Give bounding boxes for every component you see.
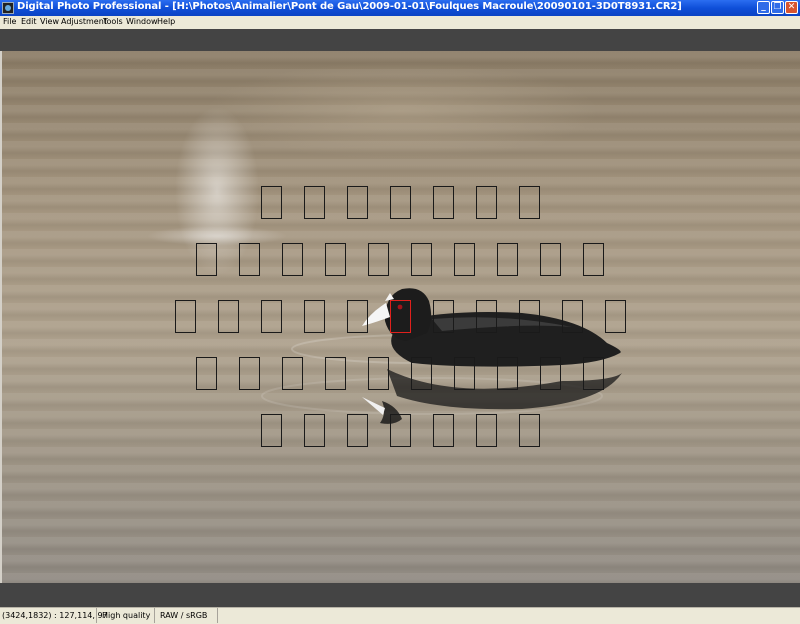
- status-quality: High quality: [100, 608, 155, 623]
- viewer-bottom-border: [0, 583, 800, 607]
- af-point: [368, 243, 389, 276]
- af-point: [476, 300, 497, 333]
- af-point: [261, 414, 282, 447]
- restore-button[interactable]: ❐: [771, 1, 784, 14]
- af-point: [433, 414, 454, 447]
- af-point: [347, 186, 368, 219]
- af-point: [497, 357, 518, 390]
- af-point: [433, 186, 454, 219]
- minimize-button[interactable]: _: [757, 1, 770, 14]
- af-point: [519, 300, 540, 333]
- status-coords: (3424,1832) : 127,114, 97: [0, 608, 108, 623]
- af-point: [175, 300, 196, 333]
- status-mode: RAW / sRGB: [158, 608, 218, 623]
- menu-tools[interactable]: Tools: [103, 17, 123, 26]
- af-point: [433, 300, 454, 333]
- close-button[interactable]: ✕: [785, 1, 798, 14]
- af-point: [239, 243, 260, 276]
- af-point: [411, 357, 432, 390]
- menu-adjustment[interactable]: Adjustment: [61, 17, 107, 26]
- af-point: [540, 357, 561, 390]
- app-icon[interactable]: [2, 2, 14, 14]
- af-point: [540, 243, 561, 276]
- af-point: [519, 414, 540, 447]
- af-point: [261, 186, 282, 219]
- af-point: [282, 357, 303, 390]
- af-point: [325, 243, 346, 276]
- af-point: [390, 414, 411, 447]
- menu-view[interactable]: View: [40, 17, 59, 26]
- af-point: [325, 357, 346, 390]
- status-bar: (3424,1832) : 127,114, 97 High quality R…: [0, 607, 800, 624]
- af-point: [583, 357, 604, 390]
- af-point: [304, 186, 325, 219]
- af-point: [519, 186, 540, 219]
- af-point: [282, 243, 303, 276]
- af-point: [347, 414, 368, 447]
- af-point: [497, 243, 518, 276]
- menu-help[interactable]: Help: [157, 17, 175, 26]
- af-point: [196, 243, 217, 276]
- af-point: [411, 243, 432, 276]
- af-point: [476, 414, 497, 447]
- af-point: [454, 357, 475, 390]
- menu-file[interactable]: File: [3, 17, 16, 26]
- af-point: [562, 300, 583, 333]
- af-point: [368, 357, 389, 390]
- af-point: [476, 186, 497, 219]
- image-viewer[interactable]: [2, 51, 800, 583]
- af-point: [196, 357, 217, 390]
- af-point: [454, 243, 475, 276]
- viewer-top-border: [0, 29, 800, 51]
- menu-edit[interactable]: Edit: [21, 17, 37, 26]
- menu-window[interactable]: Window: [126, 17, 158, 26]
- menu-bar: File Edit View Adjustment Tools Window H…: [0, 16, 800, 29]
- af-point: [218, 300, 239, 333]
- af-point: [605, 300, 626, 333]
- af-point: [304, 300, 325, 333]
- af-point: [304, 414, 325, 447]
- af-point: [347, 300, 368, 333]
- window-title: Digital Photo Professional - [H:\Photos\…: [17, 1, 682, 12]
- af-point: [261, 300, 282, 333]
- af-point-active: [390, 300, 411, 333]
- af-point: [583, 243, 604, 276]
- af-point: [239, 357, 260, 390]
- title-bar: Digital Photo Professional - [H:\Photos\…: [0, 0, 800, 16]
- af-point: [390, 186, 411, 219]
